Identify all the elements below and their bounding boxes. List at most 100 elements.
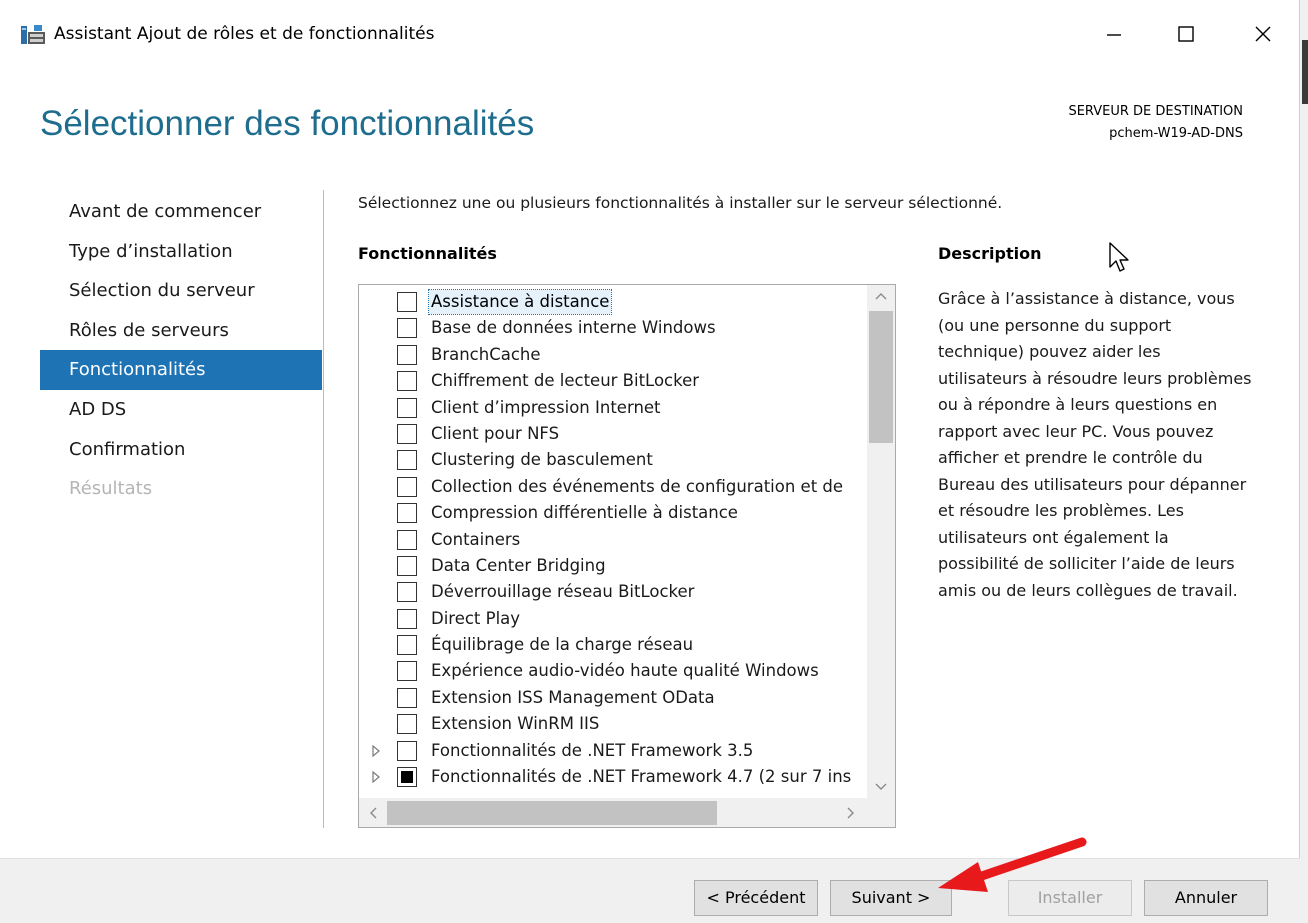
feature-label: Clustering de basculement bbox=[431, 450, 653, 470]
feature-row[interactable]: Client pour NFS bbox=[359, 421, 867, 447]
feature-label: Expérience audio-vidéo haute qualité Win… bbox=[431, 661, 819, 681]
expand-arrow-icon[interactable] bbox=[371, 771, 381, 784]
red-annotation-arrow-icon bbox=[938, 837, 1087, 892]
feature-checkbox[interactable] bbox=[397, 423, 417, 444]
feature-label: Containers bbox=[431, 529, 521, 549]
feature-label: Base de données interne Windows bbox=[431, 318, 716, 338]
feature-label: BranchCache bbox=[431, 344, 541, 364]
nav-item-confirmation[interactable]: Confirmation bbox=[40, 430, 322, 470]
scrollbar-corner bbox=[867, 798, 895, 827]
nav-item-type-installation[interactable]: Type d’installation bbox=[40, 232, 322, 272]
features-tree-list[interactable]: Assistance à distance Base de données int… bbox=[358, 284, 896, 828]
vertical-scrollbar[interactable] bbox=[867, 285, 895, 798]
feature-checkbox[interactable] bbox=[397, 714, 417, 735]
feature-label: Client d’impression Internet bbox=[431, 397, 661, 417]
feature-checkbox[interactable] bbox=[397, 740, 417, 761]
feature-checkbox[interactable] bbox=[397, 371, 417, 392]
feature-row[interactable]: Clustering de basculement bbox=[359, 447, 867, 473]
previous-button[interactable]: < Précédent bbox=[694, 880, 818, 916]
instruction-text: Sélectionnez une ou plusieurs fonctionna… bbox=[358, 194, 1003, 212]
feature-checkbox[interactable] bbox=[397, 767, 417, 788]
destination-server-name: pchem-W19-AD-DNS bbox=[1109, 126, 1243, 141]
scroll-left-icon[interactable] bbox=[368, 806, 378, 820]
feature-row[interactable]: Data Center Bridging bbox=[359, 553, 867, 579]
feature-row[interactable]: Compression différentielle à distance bbox=[359, 500, 867, 526]
nav-item-selection-serveur[interactable]: Sélection du serveur bbox=[40, 271, 322, 311]
feature-row[interactable]: Équilibrage de la charge réseau bbox=[359, 632, 867, 658]
feature-row[interactable]: Collection des événements de configurati… bbox=[359, 474, 867, 500]
feature-checkbox[interactable] bbox=[397, 555, 417, 576]
feature-label: Direct Play bbox=[431, 608, 521, 628]
nav-item-fonctionnalites[interactable]: Fonctionnalités bbox=[40, 350, 322, 390]
feature-checkbox[interactable] bbox=[397, 582, 417, 603]
close-icon bbox=[1255, 26, 1271, 42]
feature-checkbox[interactable] bbox=[397, 476, 417, 497]
feature-row[interactable]: BranchCache bbox=[359, 342, 867, 368]
feature-row[interactable]: Fonctionnalités de .NET Framework 4.7 (2… bbox=[359, 764, 867, 790]
server-manager-icon bbox=[21, 25, 45, 44]
feature-row[interactable]: Déverrouillage réseau BitLocker bbox=[359, 579, 867, 605]
feature-label: Équilibrage de la charge réseau bbox=[431, 635, 694, 655]
mouse-cursor-icon bbox=[1109, 242, 1129, 272]
feature-checkbox[interactable] bbox=[397, 292, 417, 312]
window-edge bbox=[1300, 0, 1308, 923]
feature-row[interactable]: Assistance à distance bbox=[359, 289, 867, 315]
nav-divider bbox=[323, 190, 324, 828]
wizard-footer: < Précédent Suivant > Installer Annuler bbox=[0, 858, 1300, 923]
feature-label: Assistance à distance bbox=[427, 289, 613, 315]
feature-label: Extension ISS Management OData bbox=[431, 687, 715, 707]
feature-label: Compression différentielle à distance bbox=[431, 503, 738, 523]
window-title: Assistant Ajout de rôles et de fonctionn… bbox=[54, 24, 435, 44]
horizontal-scroll-thumb[interactable] bbox=[387, 801, 717, 825]
feature-label: Extension WinRM IIS bbox=[431, 714, 600, 734]
wizard-steps-nav: Avant de commencer Type d’installation S… bbox=[40, 192, 322, 509]
cancel-button[interactable]: Annuler bbox=[1144, 880, 1268, 916]
feature-description: Grâce à l’assistance à distance, vous (o… bbox=[938, 289, 1252, 600]
page-title: Sélectionner des fonctionnalités bbox=[40, 104, 535, 143]
maximize-icon bbox=[1178, 26, 1194, 42]
feature-checkbox[interactable] bbox=[397, 608, 417, 629]
feature-checkbox[interactable] bbox=[397, 661, 417, 682]
nav-item-resultats: Résultats bbox=[69, 478, 153, 500]
horizontal-scrollbar[interactable] bbox=[359, 798, 895, 827]
destination-server-label: SERVEUR DE DESTINATION bbox=[1068, 104, 1243, 119]
nav-item-avant-de-commencer[interactable]: Avant de commencer bbox=[40, 192, 322, 232]
scroll-right-icon[interactable] bbox=[846, 806, 856, 820]
feature-label: Fonctionnalités de .NET Framework 4.7 (2… bbox=[431, 767, 852, 787]
feature-row[interactable]: Client d’impression Internet bbox=[359, 395, 867, 421]
feature-checkbox[interactable] bbox=[397, 344, 417, 365]
feature-row[interactable]: Base de données interne Windows bbox=[359, 315, 867, 341]
feature-label: Collection des événements de configurati… bbox=[431, 476, 844, 496]
minimize-button[interactable] bbox=[1094, 14, 1134, 54]
feature-checkbox[interactable] bbox=[397, 635, 417, 656]
vertical-scroll-thumb[interactable] bbox=[869, 311, 893, 443]
feature-checkbox[interactable] bbox=[397, 318, 417, 339]
feature-label: Fonctionnalités de .NET Framework 3.5 bbox=[431, 740, 754, 760]
feature-label: Client pour NFS bbox=[431, 423, 560, 443]
scroll-up-icon[interactable] bbox=[874, 291, 888, 301]
feature-row[interactable]: Fonctionnalités de .NET Framework 3.5 bbox=[359, 738, 867, 764]
features-list-items: Assistance à distance Base de données int… bbox=[359, 289, 867, 790]
nav-item-ad-ds[interactable]: AD DS bbox=[40, 390, 322, 430]
feature-checkbox[interactable] bbox=[397, 450, 417, 471]
feature-row[interactable]: Chiffrement de lecteur BitLocker bbox=[359, 368, 867, 394]
feature-checkbox[interactable] bbox=[397, 397, 417, 418]
feature-row[interactable]: Expérience audio-vidéo haute qualité Win… bbox=[359, 658, 867, 684]
title-bar[interactable]: Assistant Ajout de rôles et de fonctionn… bbox=[0, 0, 1300, 70]
nav-item-roles-serveurs[interactable]: Rôles de serveurs bbox=[40, 311, 322, 351]
scroll-down-icon[interactable] bbox=[874, 782, 888, 792]
close-button[interactable] bbox=[1243, 14, 1283, 54]
feature-row[interactable]: Containers bbox=[359, 527, 867, 553]
feature-checkbox[interactable] bbox=[397, 687, 417, 708]
description-heading: Description bbox=[938, 244, 1042, 263]
minimize-icon bbox=[1107, 34, 1121, 36]
feature-row[interactable]: Extension WinRM IIS bbox=[359, 711, 867, 737]
feature-row[interactable]: Extension ISS Management OData bbox=[359, 685, 867, 711]
maximize-button[interactable] bbox=[1166, 14, 1206, 54]
feature-checkbox[interactable] bbox=[397, 503, 417, 524]
expand-arrow-icon[interactable] bbox=[371, 744, 381, 757]
feature-checkbox[interactable] bbox=[397, 529, 417, 550]
feature-row[interactable]: Direct Play bbox=[359, 606, 867, 632]
feature-label: Déverrouillage réseau BitLocker bbox=[431, 582, 695, 602]
features-heading: Fonctionnalités bbox=[358, 244, 497, 263]
